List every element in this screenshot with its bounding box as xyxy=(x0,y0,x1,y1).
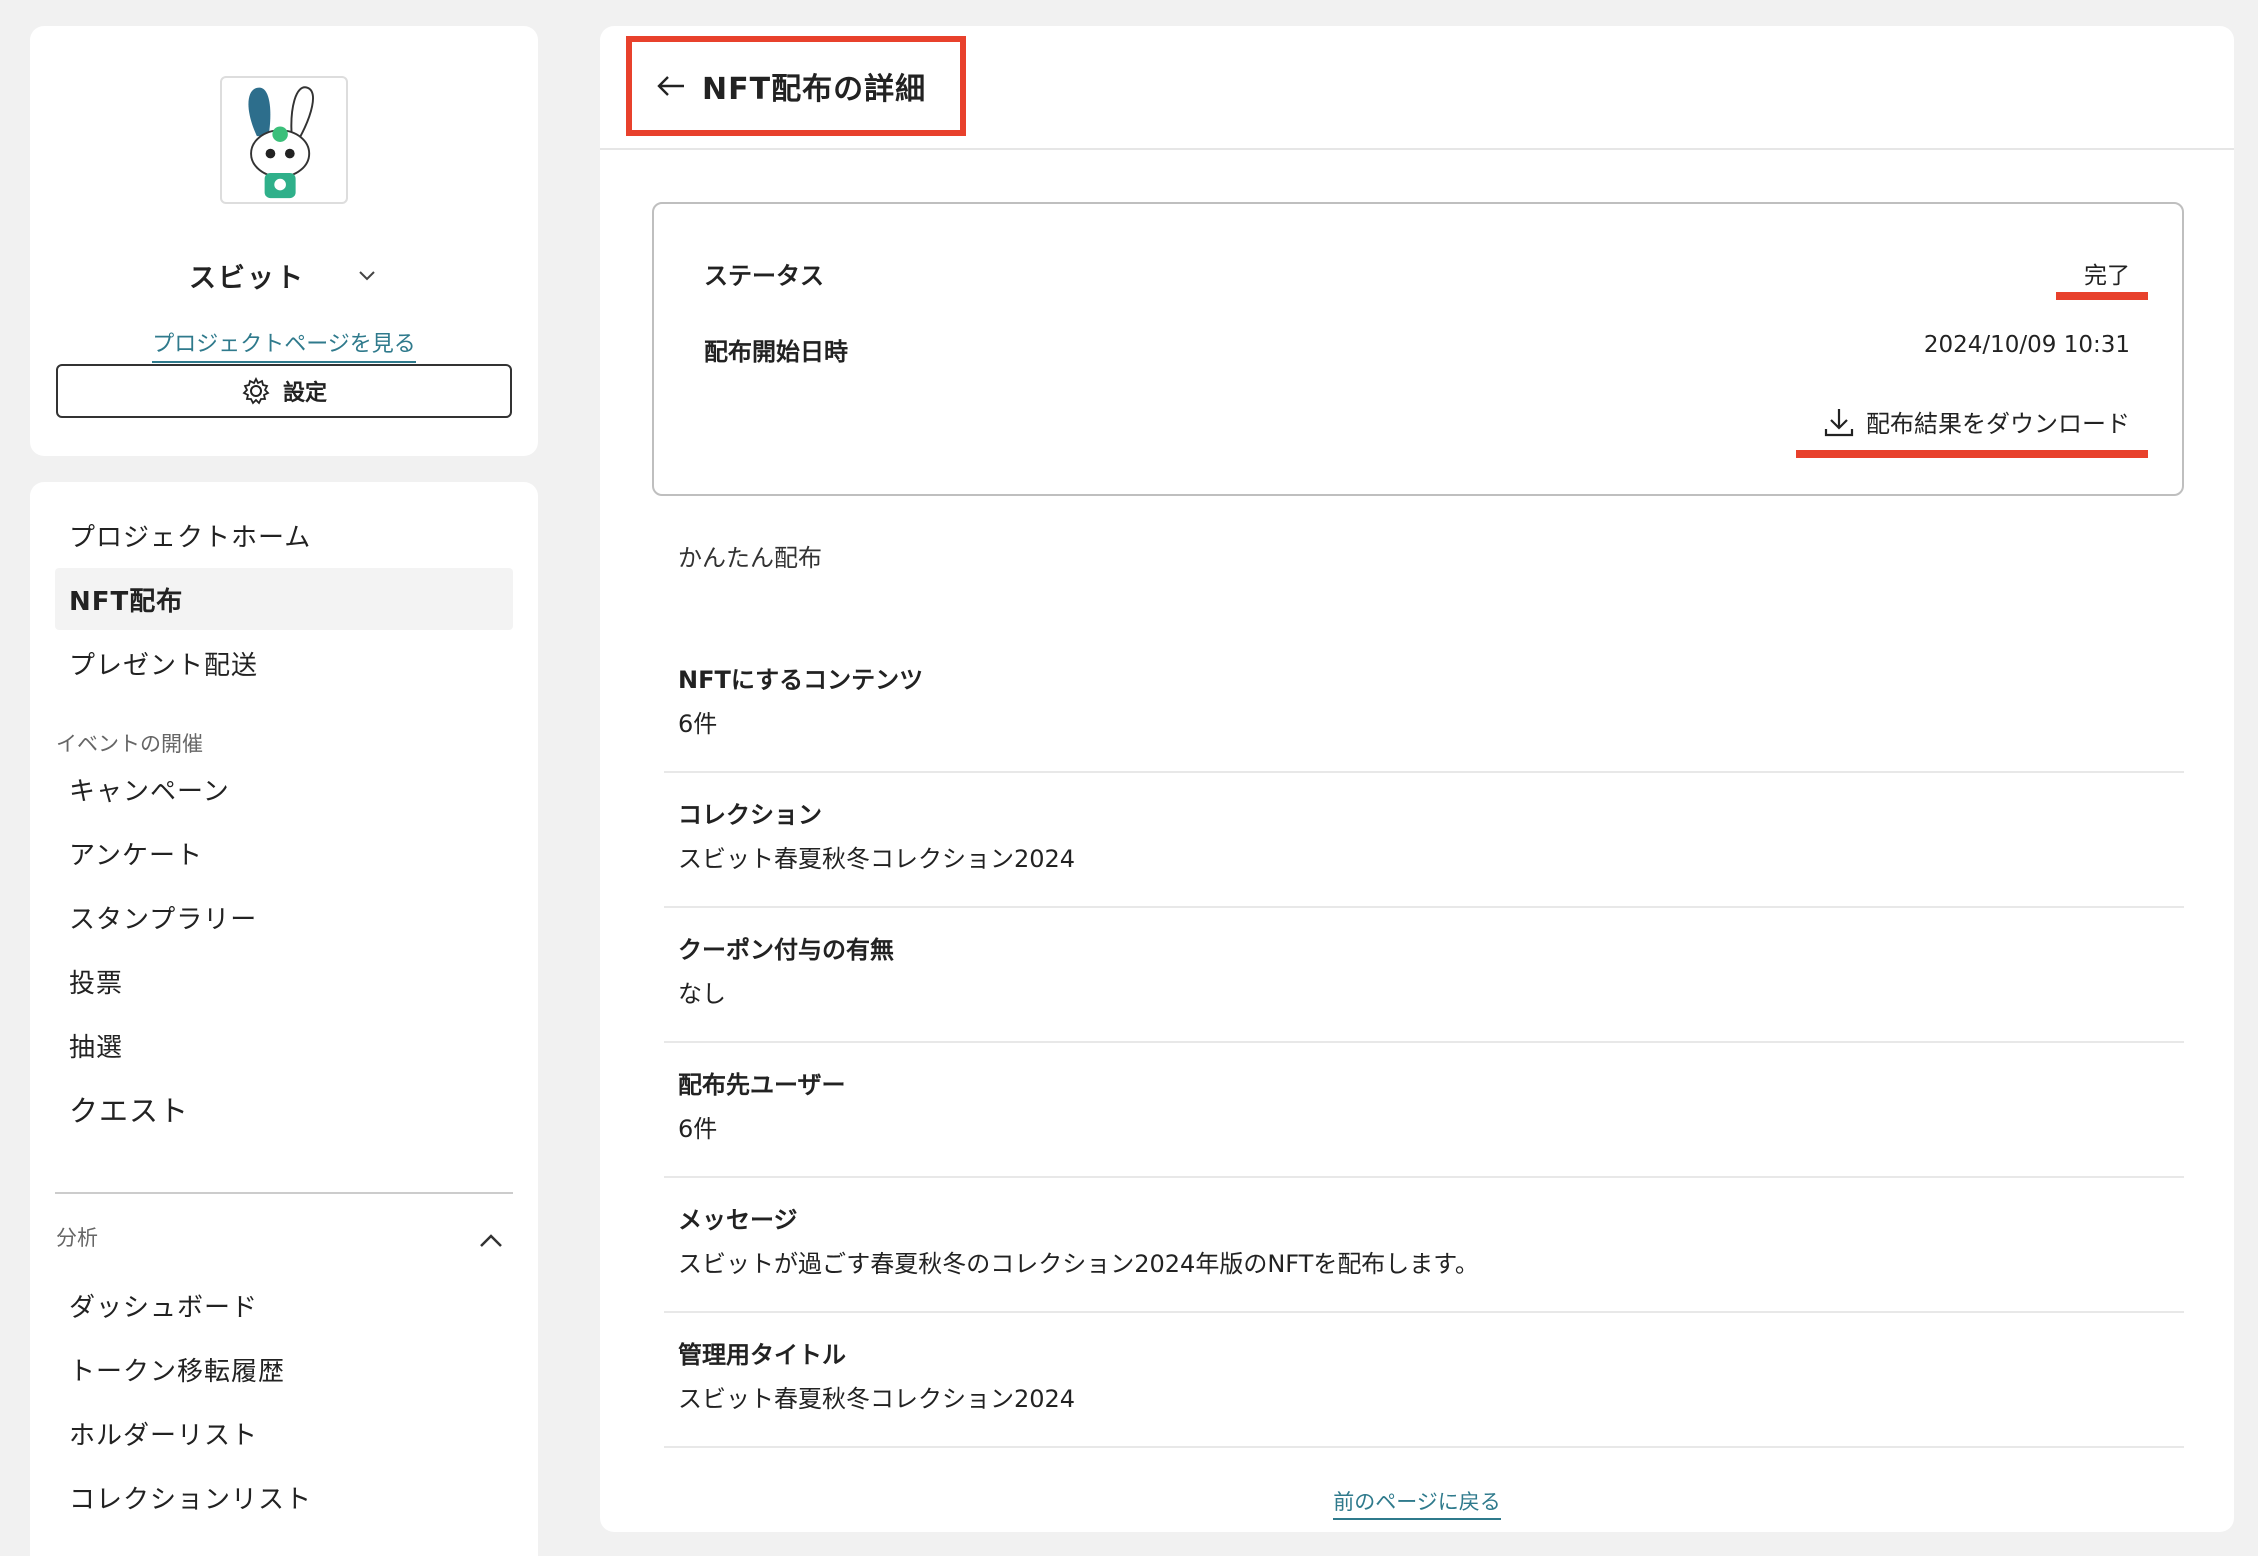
field-coupon: クーポン付与の有無 なし xyxy=(664,908,2184,1043)
field-label: コレクション xyxy=(678,801,822,829)
sidebar-item-stamp-rally[interactable]: スタンプラリー xyxy=(55,886,513,948)
field-value: 6件 xyxy=(678,710,718,738)
sidebar-item-project-home[interactable]: プロジェクトホーム xyxy=(55,504,513,566)
sidebar-item-vote[interactable]: 投票 xyxy=(55,950,513,1012)
chevron-up-icon[interactable] xyxy=(476,1226,506,1256)
settings-button[interactable]: 設定 xyxy=(56,364,512,418)
project-avatar xyxy=(220,76,348,204)
sidebar-item-token-transfer-history[interactable]: トークン移転履歴 xyxy=(55,1338,513,1400)
field-value: スビットが過ごす春夏秋冬のコレクション2024年版のNFTを配布します。 xyxy=(678,1250,1479,1278)
field-nft-contents: NFTにするコンテンツ 6件 xyxy=(664,638,2184,773)
sidebar-item-lottery[interactable]: 抽選 xyxy=(55,1014,513,1076)
field-value: なし xyxy=(678,980,726,1008)
field-value: スビット春夏秋冬コレクション2024 xyxy=(678,845,1076,873)
status-label: ステータス xyxy=(704,262,824,290)
distribution-method: かんたん配布 xyxy=(678,544,822,572)
field-label: NFTにするコンテンツ xyxy=(678,666,924,694)
start-datetime-label: 配布開始日時 xyxy=(704,338,848,366)
download-underline xyxy=(1796,450,2148,458)
arrow-left-icon[interactable] xyxy=(654,69,688,103)
status-panel: ステータス 完了 配布開始日時 2024/10/09 10:31 配布結果をダウ… xyxy=(652,202,2184,496)
main-content: NFT配布の詳細 ステータス 完了 配布開始日時 2024/10/09 10:3… xyxy=(600,26,2234,1532)
field-label: クーポン付与の有無 xyxy=(678,936,894,964)
sidebar-item-holder-list[interactable]: ホルダーリスト xyxy=(55,1402,513,1464)
field-admin-title: 管理用タイトル スビット春夏秋冬コレクション2024 xyxy=(664,1313,2184,1448)
status-underline xyxy=(2056,292,2148,300)
settings-label: 設定 xyxy=(282,381,327,406)
sidebar-item-survey[interactable]: アンケート xyxy=(55,822,513,884)
project-card: スビット プロジェクトページを見る 設定 xyxy=(30,26,538,456)
field-message: メッセージ スビットが過ごす春夏秋冬のコレクション2024年版のNFTを配布しま… xyxy=(664,1178,2184,1313)
sidebar-item-campaign[interactable]: キャンペーン xyxy=(55,758,513,820)
back-link[interactable]: 前のページに戻る xyxy=(1333,1490,1501,1520)
page-title: NFT配布の詳細 xyxy=(702,72,927,107)
download-results-button[interactable]: 配布結果をダウンロード xyxy=(1822,404,2130,439)
sidebar-section-analysis: 分析 xyxy=(56,1226,98,1250)
field-recipients: 配布先ユーザー 6件 xyxy=(664,1043,2184,1178)
download-label: 配布結果をダウンロード xyxy=(1866,410,2130,438)
sidebar-section-events: イベントの開催 xyxy=(56,732,203,756)
sidebar-item-present-delivery[interactable]: プレゼント配送 xyxy=(55,632,513,694)
sidebar-item-collection-list[interactable]: コレクションリスト xyxy=(55,1466,513,1528)
page-header: NFT配布の詳細 xyxy=(600,26,2234,150)
sidebar-divider xyxy=(55,1192,513,1194)
sidebar-item-dashboard[interactable]: ダッシュボード xyxy=(55,1274,513,1336)
field-value: 6件 xyxy=(678,1115,718,1143)
field-collection: コレクション スビット春夏秋冬コレクション2024 xyxy=(664,773,2184,908)
sidebar-nav: プロジェクトホーム NFT配布 プレゼント配送 イベントの開催 キャンペーン ア… xyxy=(30,482,538,1556)
project-page-link[interactable]: プロジェクトページを見る xyxy=(152,332,416,363)
field-label: メッセージ xyxy=(678,1206,798,1234)
project-name: スビット xyxy=(189,262,305,294)
app-root: スビット プロジェクトページを見る 設定 プロジェクトホーム NFT配布 プレゼ… xyxy=(0,0,2258,1556)
gear-icon xyxy=(242,376,270,405)
title-highlight: NFT配布の詳細 xyxy=(626,36,966,136)
chevron-down-icon[interactable] xyxy=(355,263,379,287)
field-label: 管理用タイトル xyxy=(678,1341,846,1369)
start-datetime-value: 2024/10/09 10:31 xyxy=(1923,332,2130,358)
field-label: 配布先ユーザー xyxy=(678,1071,846,1099)
status-badge: 完了 xyxy=(2084,263,2130,289)
sidebar-item-quest[interactable]: クエスト xyxy=(55,1078,513,1140)
sidebar-item-nft-distribution[interactable]: NFT配布 xyxy=(55,568,513,630)
download-icon xyxy=(1824,408,1854,436)
field-value: スビット春夏秋冬コレクション2024 xyxy=(678,1385,1076,1413)
